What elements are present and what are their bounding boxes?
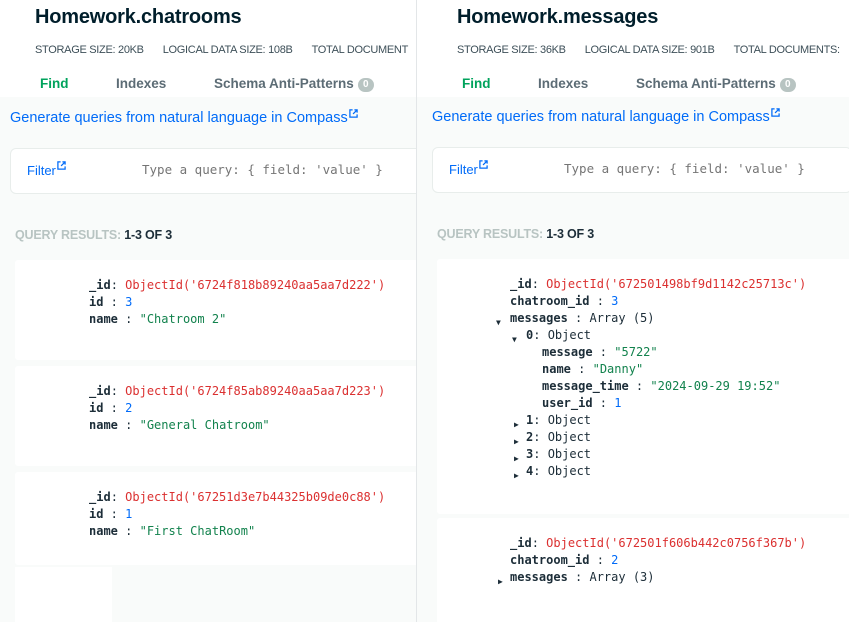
storage-size: STORAGE SIZE: 36KB <box>457 44 566 56</box>
field-row: message : "5722" <box>542 345 658 359</box>
filter-bar: Filter <box>432 147 849 193</box>
tab-indexes[interactable]: Indexes <box>116 76 166 91</box>
collection-stats: STORAGE SIZE: 36KB LOGICAL DATA SIZE: 901… <box>457 44 849 56</box>
caret-right-icon[interactable]: ▶ <box>514 450 519 467</box>
results-label: QUERY RESULTS: <box>15 228 122 242</box>
field-row: user_id : 1 <box>542 396 622 410</box>
external-link-icon <box>57 161 66 170</box>
query-input[interactable] <box>564 161 849 176</box>
count-badge: 0 <box>779 78 796 92</box>
query-results-summary: QUERY RESULTS: 1-3 OF 3 <box>15 228 172 242</box>
results-count: 1-3 OF 3 <box>546 227 595 241</box>
chatrooms-panel: Homework.chatrooms STORAGE SIZE: 20KB LOG… <box>0 0 416 622</box>
logical-data-size: LOGICAL DATA SIZE: 901B <box>584 44 715 56</box>
object-row[interactable]: ▶ 2: Object <box>514 429 591 446</box>
caret-right-icon[interactable]: ▶ <box>514 467 519 484</box>
objectid-value: ObjectId('6724f818b89240aa5aa7d222') <box>125 278 386 292</box>
find-view: Generate queries from natural language i… <box>0 97 416 622</box>
tab-indexes[interactable]: Indexes <box>538 76 588 91</box>
field-row: id : 3 <box>89 295 133 309</box>
find-view: Generate queries from natural language i… <box>417 97 849 622</box>
results-label: QUERY RESULTS: <box>437 227 544 241</box>
tab-label: Schema Anti-Patterns <box>214 76 354 91</box>
document-card[interactable]: _id: ObjectId('672501f606b442c0756f367b'… <box>437 518 849 622</box>
results-count: 1-3 OF 3 <box>124 228 173 242</box>
document-card[interactable]: _id: ObjectId('67251d3e7b44325b09de0c88'… <box>15 472 416 565</box>
object-row[interactable]: ▼ 0: Object <box>512 327 591 344</box>
link-label: Generate queries from natural language i… <box>432 109 770 125</box>
tab-find[interactable]: Find <box>40 76 69 91</box>
document-card-partial <box>15 567 112 622</box>
external-link-icon <box>771 108 780 117</box>
array-field-row[interactable]: ▼ messages : Array (5) <box>496 310 655 327</box>
filter-label: Filter <box>449 162 478 177</box>
external-link-icon <box>479 160 488 169</box>
field-row: chatroom_id : 3 <box>510 294 619 308</box>
tab-schema-anti-patterns[interactable]: Schema Anti-Patterns 0 <box>636 76 796 92</box>
object-row[interactable]: ▶ 1: Object <box>514 412 591 429</box>
tab-find[interactable]: Find <box>462 76 491 91</box>
collection-stats: STORAGE SIZE: 20KB LOGICAL DATA SIZE: 108… <box>35 44 416 56</box>
field-row: id : 1 <box>89 507 133 521</box>
field-row: _id: ObjectId('6724f85ab89240aa5aa7d223'… <box>89 384 386 398</box>
generate-queries-link[interactable]: Generate queries from natural language i… <box>10 109 358 126</box>
filter-button[interactable]: Filter <box>449 160 488 177</box>
field-row: name : "Danny" <box>542 362 644 376</box>
logical-data-size: LOGICAL DATA SIZE: 108B <box>162 44 293 56</box>
caret-right-icon[interactable]: ▶ <box>498 573 503 590</box>
field-row: _id: ObjectId('672501498bf9d1142c25713c'… <box>510 277 807 291</box>
tab-label: Schema Anti-Patterns <box>636 76 776 91</box>
storage-size: STORAGE SIZE: 20KB <box>35 44 144 56</box>
objectid-value: ObjectId('672501498bf9d1142c25713c') <box>546 277 807 291</box>
link-label: Generate queries from natural language i… <box>10 110 348 126</box>
query-input[interactable] <box>142 162 416 177</box>
document-card[interactable]: _id: ObjectId('672501498bf9d1142c25713c'… <box>437 259 849 514</box>
object-row[interactable]: ▶ 4: Object <box>514 463 591 480</box>
field-row: name : "General Chatroom" <box>89 418 270 432</box>
tab-schema-anti-patterns[interactable]: Schema Anti-Patterns 0 <box>214 76 374 92</box>
field-row: _id: ObjectId('67251d3e7b44325b09de0c88'… <box>89 490 386 504</box>
external-link-icon <box>349 109 358 118</box>
objectid-value: ObjectId('672501f606b442c0756f367b') <box>546 536 807 550</box>
objectid-value: ObjectId('67251d3e7b44325b09de0c88') <box>125 490 386 504</box>
total-documents: TOTAL DOCUMENT <box>311 44 409 56</box>
namespace-title: Homework.chatrooms <box>35 6 242 28</box>
caret-right-icon[interactable]: ▶ <box>514 433 519 450</box>
query-results-summary: QUERY RESULTS: 1-3 OF 3 <box>437 227 594 241</box>
filter-label: Filter <box>27 163 56 178</box>
field-row: _id: ObjectId('6724f818b89240aa5aa7d222'… <box>89 278 386 292</box>
messages-panel: Homework.messages STORAGE SIZE: 36KB LOGI… <box>417 0 849 622</box>
objectid-value: ObjectId('6724f85ab89240aa5aa7d223') <box>125 384 386 398</box>
object-row[interactable]: ▶ 3: Object <box>514 446 591 463</box>
filter-button[interactable]: Filter <box>27 161 66 178</box>
caret-down-icon[interactable]: ▼ <box>496 314 501 331</box>
total-documents: TOTAL DOCUMENTS: <box>733 44 841 56</box>
caret-down-icon[interactable]: ▼ <box>512 331 517 348</box>
field-row: id : 2 <box>89 401 133 415</box>
filter-bar: Filter <box>10 148 416 194</box>
caret-right-icon[interactable]: ▶ <box>514 416 519 433</box>
field-row: _id: ObjectId('672501f606b442c0756f367b'… <box>510 536 807 550</box>
document-card[interactable]: _id: ObjectId('6724f85ab89240aa5aa7d223'… <box>15 366 416 466</box>
namespace-title: Homework.messages <box>457 6 659 28</box>
field-row: chatroom_id : 2 <box>510 553 619 567</box>
count-badge: 0 <box>357 78 374 92</box>
generate-queries-link[interactable]: Generate queries from natural language i… <box>432 108 780 125</box>
field-row: name : "First ChatRoom" <box>89 524 256 538</box>
field-row: name : "Chatroom 2" <box>89 312 227 326</box>
array-field-row[interactable]: ▶ messages : Array (3) <box>498 569 655 586</box>
field-row: message_time : "2024-09-29 19:52" <box>542 379 781 393</box>
document-card[interactable]: _id: ObjectId('6724f818b89240aa5aa7d222'… <box>15 260 416 360</box>
